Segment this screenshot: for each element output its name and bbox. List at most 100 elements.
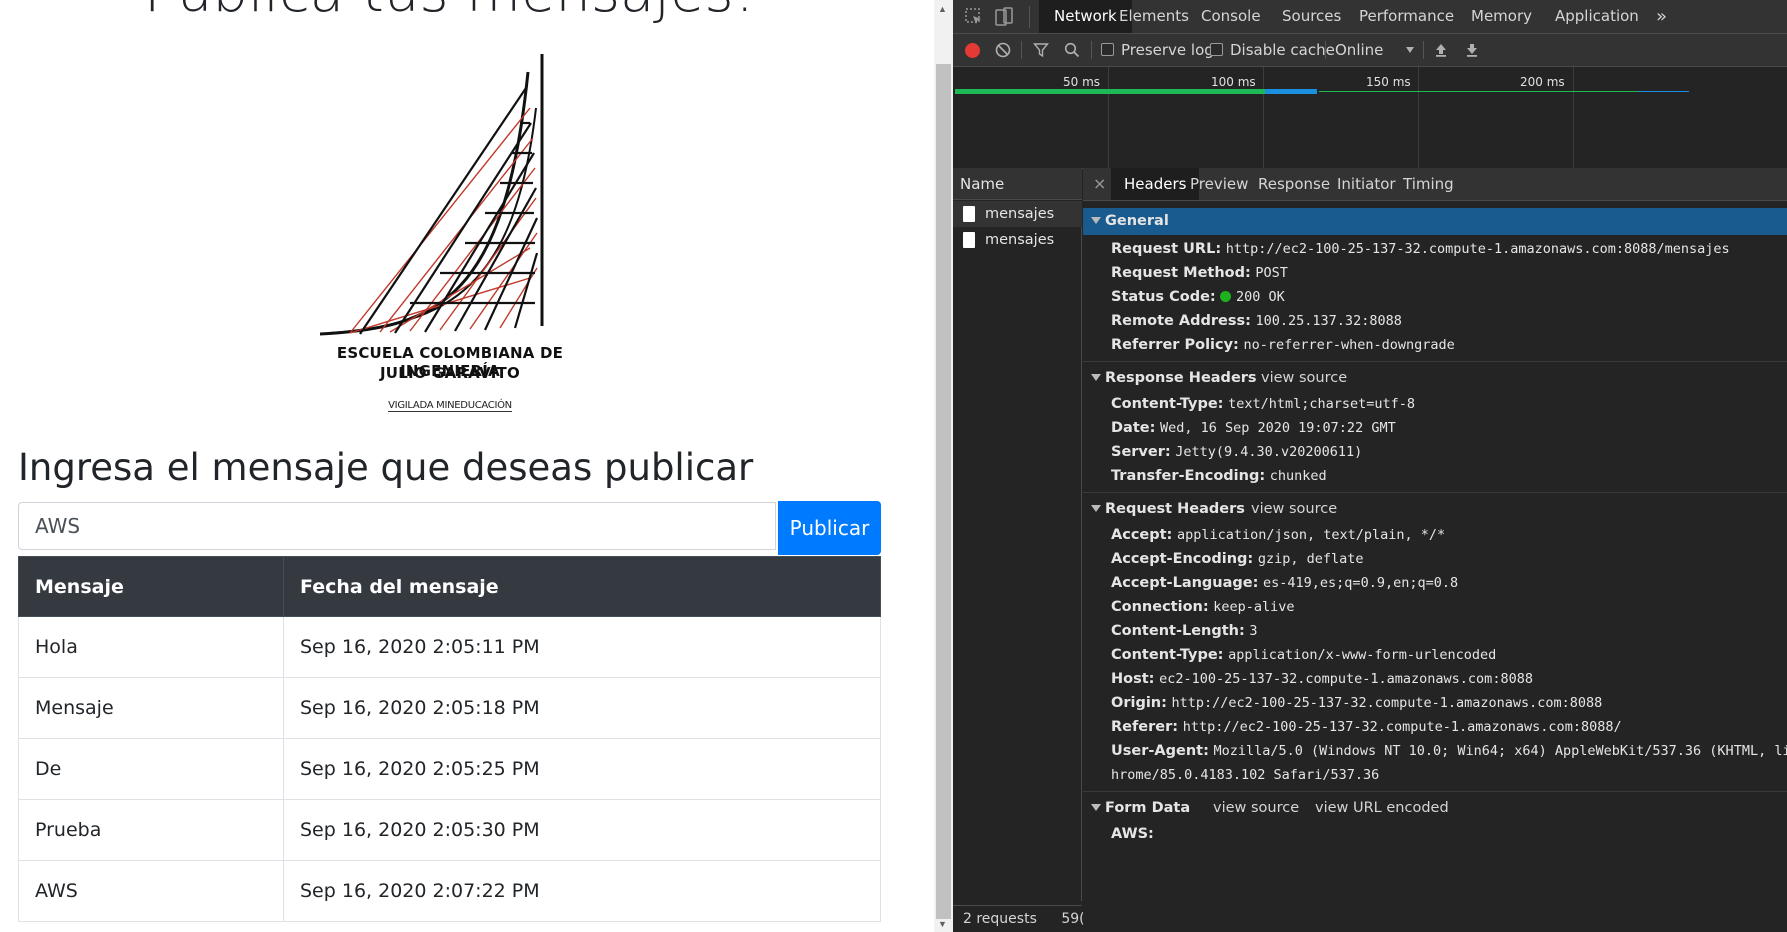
date-cell: Sep 16, 2020 2:05:30 PM: [283, 799, 881, 861]
disable-cache-checkbox[interactable]: [1210, 43, 1223, 56]
toolbar-divider: [1423, 41, 1424, 59]
request-row[interactable]: mensajes: [953, 227, 1082, 253]
throttle-chevron-down-icon[interactable]: [1406, 47, 1414, 53]
request-list: mensajes mensajes: [953, 201, 1082, 901]
header-key: AWS:: [1111, 826, 1154, 842]
header-key: Host:: [1111, 671, 1155, 687]
date-cell: Sep 16, 2020 2:05:25 PM: [283, 738, 881, 800]
expand-triangle-icon[interactable]: [1091, 505, 1101, 512]
export-har-icon[interactable]: [1464, 42, 1480, 62]
name-column-header[interactable]: Name: [953, 168, 1082, 200]
response-view-source-link[interactable]: view source: [1261, 365, 1347, 392]
header-row: Referrer Policy: no-referrer-when-downgr…: [1111, 334, 1455, 356]
timeline-gridline: [1573, 67, 1574, 168]
tab-timing[interactable]: Timing: [1403, 168, 1454, 200]
request-details-tab-bar: × Headers Preview Response Initiator Tim…: [1083, 168, 1787, 201]
tab-initiator[interactable]: Initiator: [1337, 168, 1396, 200]
disable-cache-label: Disable cache: [1230, 41, 1335, 59]
header-key: Content-Type:: [1111, 396, 1224, 412]
tab-response[interactable]: Response: [1258, 168, 1330, 200]
request-row-selected[interactable]: mensajes: [953, 201, 1082, 227]
preserve-log-checkbox[interactable]: [1101, 43, 1114, 56]
filter-icon[interactable]: [1033, 42, 1049, 58]
header-key: Request Method:: [1111, 265, 1251, 281]
table-header-row: Mensaje Fecha del mensaje: [18, 556, 881, 617]
header-value: POST: [1255, 265, 1288, 281]
table-row: Mensaje Sep 16, 2020 2:05:18 PM: [18, 677, 881, 739]
header-row: Connection: keep-alive: [1111, 596, 1295, 618]
form-view-url-encoded-link[interactable]: view URL encoded: [1315, 795, 1449, 822]
header-value: keep-alive: [1213, 599, 1295, 615]
tab-console[interactable]: Console: [1201, 0, 1261, 33]
section-general[interactable]: General: [1083, 208, 1787, 235]
logo-vigilada-label: VIGILADA MINEDUCACIÓN: [388, 400, 512, 412]
expand-triangle-icon[interactable]: [1091, 217, 1101, 224]
section-response-headers[interactable]: Response Headers view source: [1083, 365, 1787, 392]
timeline-tick-label: 50 ms: [1063, 75, 1101, 89]
header-row: Request URL: http://ec2-100-25-137-32.co…: [1111, 238, 1730, 260]
import-har-icon[interactable]: [1433, 42, 1449, 62]
timeline-bar-second-download: [1639, 91, 1689, 92]
header-row: Host: ec2-100-25-137-32.compute-1.amazon…: [1111, 668, 1533, 690]
request-name: mensajes: [985, 232, 1055, 248]
section-form-data[interactable]: Form Data view source view URL encoded: [1083, 795, 1787, 822]
tab-application[interactable]: Application: [1555, 0, 1639, 33]
more-tabs-icon[interactable]: »: [1656, 0, 1667, 33]
close-details-icon[interactable]: ×: [1093, 168, 1106, 200]
inspect-element-icon[interactable]: [963, 6, 985, 28]
record-icon[interactable]: [965, 43, 980, 58]
header-key: Remote Address:: [1111, 313, 1251, 329]
header-row: Content-Length: 3: [1111, 620, 1258, 642]
header-key: Referer:: [1111, 719, 1179, 735]
tab-network[interactable]: Network: [1039, 0, 1132, 33]
toolbar-divider: [1021, 41, 1022, 59]
toolbar-divider: [1325, 41, 1326, 59]
header-value: application/json, text/plain, */*: [1176, 527, 1446, 543]
page-scroll-thumb[interactable]: [936, 64, 951, 919]
header-row: Status Code: 200 OK: [1111, 286, 1285, 308]
header-value: 100.25.137.32:8088: [1255, 313, 1402, 329]
date-cell: Sep 16, 2020 2:05:18 PM: [283, 677, 881, 739]
request-status-bar: 2 requests 59(: [953, 905, 1085, 932]
scroll-up-arrow-icon[interactable]: ▲: [938, 4, 947, 14]
page-scrollbar[interactable]: ▲ ▼: [934, 0, 953, 932]
search-icon[interactable]: [1064, 42, 1080, 58]
throttle-select[interactable]: Online: [1335, 34, 1383, 66]
scroll-down-arrow-icon[interactable]: ▼: [938, 919, 947, 929]
section-request-headers[interactable]: Request Headers view source: [1083, 496, 1787, 523]
header-value: application/x-www-form-urlencoded: [1228, 647, 1497, 663]
date-cell: Sep 16, 2020 2:07:22 PM: [283, 860, 881, 922]
tab-sources[interactable]: Sources: [1282, 0, 1341, 33]
header-row: Content-Type: application/x-www-form-url…: [1111, 644, 1496, 666]
header-value: hrome/85.0.4183.102 Safari/537.36: [1111, 767, 1380, 783]
tab-memory[interactable]: Memory: [1471, 0, 1532, 33]
publish-button[interactable]: Publicar: [778, 501, 881, 555]
header-key: Status Code:: [1111, 289, 1216, 305]
page-title: Publica tus mensajes!: [0, 0, 900, 25]
web-page: Publica tus mensajes!: [0, 0, 934, 932]
section-divider: [1083, 492, 1787, 493]
clear-icon[interactable]: [995, 42, 1011, 58]
table-row: Prueba Sep 16, 2020 2:05:30 PM: [18, 799, 881, 861]
tab-headers[interactable]: Headers: [1111, 168, 1200, 200]
header-value: 200 OK: [1235, 289, 1285, 305]
column-header-date: Fecha del mensaje: [283, 556, 881, 617]
header-row: Referer: http://ec2-100-25-137-32.comput…: [1111, 716, 1622, 738]
expand-triangle-icon[interactable]: [1091, 374, 1101, 381]
message-input[interactable]: [18, 502, 776, 550]
form-view-source-link[interactable]: view source: [1213, 795, 1299, 822]
network-overview-timeline[interactable]: 50 ms 100 ms 150 ms 200 ms: [953, 67, 1787, 169]
section-divider: [1083, 791, 1787, 792]
expand-triangle-icon[interactable]: [1091, 804, 1101, 811]
header-row: Origin: http://ec2-100-25-137-32.compute…: [1111, 692, 1602, 714]
tab-elements[interactable]: Elements: [1119, 0, 1189, 33]
header-row: Accept: application/json, text/plain, */…: [1111, 524, 1445, 546]
section-title: General: [1105, 213, 1169, 229]
header-key: Content-Type:: [1111, 647, 1224, 663]
tab-preview[interactable]: Preview: [1190, 168, 1248, 200]
device-toolbar-icon[interactable]: [993, 6, 1015, 28]
network-toolbar: Preserve log Disable cache Online: [953, 34, 1787, 67]
tab-performance[interactable]: Performance: [1359, 0, 1454, 33]
header-key: Server:: [1111, 444, 1171, 460]
request-view-source-link[interactable]: view source: [1251, 496, 1337, 523]
